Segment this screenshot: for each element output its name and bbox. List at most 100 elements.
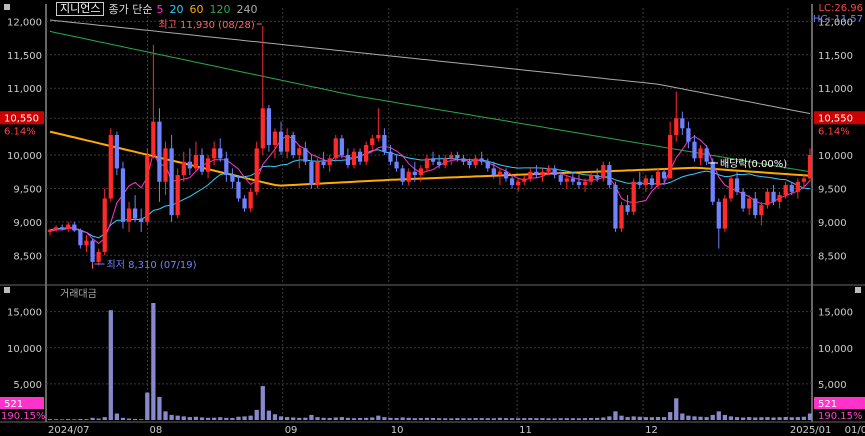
volume-tick-right: 5,000 xyxy=(818,380,847,391)
candle-body xyxy=(710,161,715,202)
volume-bar xyxy=(66,419,71,420)
price-tick-right: 10,000 xyxy=(818,151,853,162)
volume-bar xyxy=(649,417,655,420)
high-annotation: 최고 11,930 (08/28) xyxy=(158,19,254,31)
price-tick-left: 10,000 xyxy=(7,151,42,162)
candle-body xyxy=(370,138,375,145)
x-tick-label: 10 xyxy=(391,425,404,436)
stock-name-box[interactable]: 지니언스 xyxy=(56,2,105,16)
candle-body xyxy=(321,161,326,166)
volume-bar xyxy=(522,418,527,420)
candle-body xyxy=(759,205,764,216)
candle-body xyxy=(570,178,576,182)
volume-bar xyxy=(364,417,369,420)
price-tick-left: 11,500 xyxy=(7,51,42,62)
chart-canvas: 12,00012,00011,50011,50011,00011,00010,5… xyxy=(0,3,865,436)
candle-body xyxy=(576,181,582,186)
candle-body xyxy=(740,191,746,209)
candle-body xyxy=(801,178,807,182)
volume-bar xyxy=(90,417,95,420)
volume-bar xyxy=(807,413,813,420)
volume-bar xyxy=(376,415,381,420)
stock-chart-window: 12,00012,00011,50011,50011,00011,00010,5… xyxy=(0,0,865,436)
volume-bar xyxy=(601,417,606,420)
volume-bar xyxy=(181,416,186,420)
volume-tick-right: 15,000 xyxy=(818,308,853,319)
candle-body xyxy=(625,205,630,212)
candle-body xyxy=(236,181,241,199)
low-annotation: 최저 8,310 (07/19) xyxy=(107,259,197,271)
price-tick-right: 11,500 xyxy=(818,51,853,62)
volume-bar xyxy=(777,417,782,420)
volume-bar xyxy=(53,419,59,420)
volume-bar xyxy=(716,411,721,420)
candle-body xyxy=(485,161,490,169)
candle-body xyxy=(734,178,740,192)
candle-body xyxy=(248,191,253,209)
candle-body xyxy=(503,171,509,179)
volume-bar xyxy=(479,418,484,420)
volume-bar xyxy=(339,417,344,420)
candle-body xyxy=(339,138,344,156)
volume-bar xyxy=(132,418,138,420)
candle-body xyxy=(613,185,618,229)
volume-bar xyxy=(546,418,551,420)
volume-bar xyxy=(47,419,53,420)
volume-bar xyxy=(698,416,703,420)
volume-bar xyxy=(558,418,563,420)
volume-bar xyxy=(187,417,192,420)
ma-legend-240: 240 xyxy=(236,2,258,16)
candle-body xyxy=(187,161,192,169)
volume-bar xyxy=(370,417,375,420)
volume-bar xyxy=(686,415,691,420)
volume-change-tag: 190.15% xyxy=(818,411,863,422)
candle-body xyxy=(473,158,478,166)
candle-body xyxy=(364,145,369,162)
volume-bar xyxy=(72,419,77,420)
volume-bar xyxy=(102,417,107,420)
volume-change-tag-left: 190.15% xyxy=(1,411,46,422)
volume-bar xyxy=(145,392,150,420)
candle-body xyxy=(151,121,156,156)
menu-icon[interactable] xyxy=(4,4,10,10)
candle-body xyxy=(704,148,709,162)
candle-body xyxy=(649,178,655,186)
volume-bar xyxy=(254,409,259,420)
volume-bar xyxy=(668,412,673,420)
candle-body xyxy=(327,158,332,166)
candle-body xyxy=(747,198,752,209)
candle-body xyxy=(765,191,770,206)
candle-body xyxy=(558,175,563,182)
volume-bar xyxy=(114,413,120,420)
volume-tag-left: 521 xyxy=(4,399,23,410)
candle-body xyxy=(795,181,800,192)
price-tick-right: 8,500 xyxy=(818,251,847,262)
candle-body xyxy=(266,108,272,145)
candle-body xyxy=(661,171,667,179)
candle-body xyxy=(467,161,472,166)
candle-body xyxy=(449,155,454,159)
candle-body xyxy=(424,158,430,169)
volume-bar xyxy=(552,418,557,420)
volume-bar xyxy=(193,416,199,420)
candle-body xyxy=(698,148,703,159)
volume-bar xyxy=(728,416,734,420)
candle-body xyxy=(357,151,363,162)
volume-bar xyxy=(418,418,424,420)
volume-bar xyxy=(157,396,162,420)
candle-body xyxy=(588,175,594,182)
candle-body xyxy=(668,134,673,179)
volume-bar xyxy=(151,303,156,420)
price-tick-right: 9,000 xyxy=(818,218,847,229)
candle-body xyxy=(771,191,776,202)
candle-body xyxy=(303,148,308,162)
volume-bar xyxy=(661,417,667,420)
candle-body xyxy=(388,151,393,162)
candle-body xyxy=(278,131,284,152)
volume-bar xyxy=(388,417,393,420)
panel-settings-icon[interactable] xyxy=(855,287,861,293)
candle-body xyxy=(126,208,132,222)
candle-body xyxy=(284,134,290,152)
volume-bar xyxy=(175,415,180,420)
settings-icon[interactable] xyxy=(4,287,10,293)
